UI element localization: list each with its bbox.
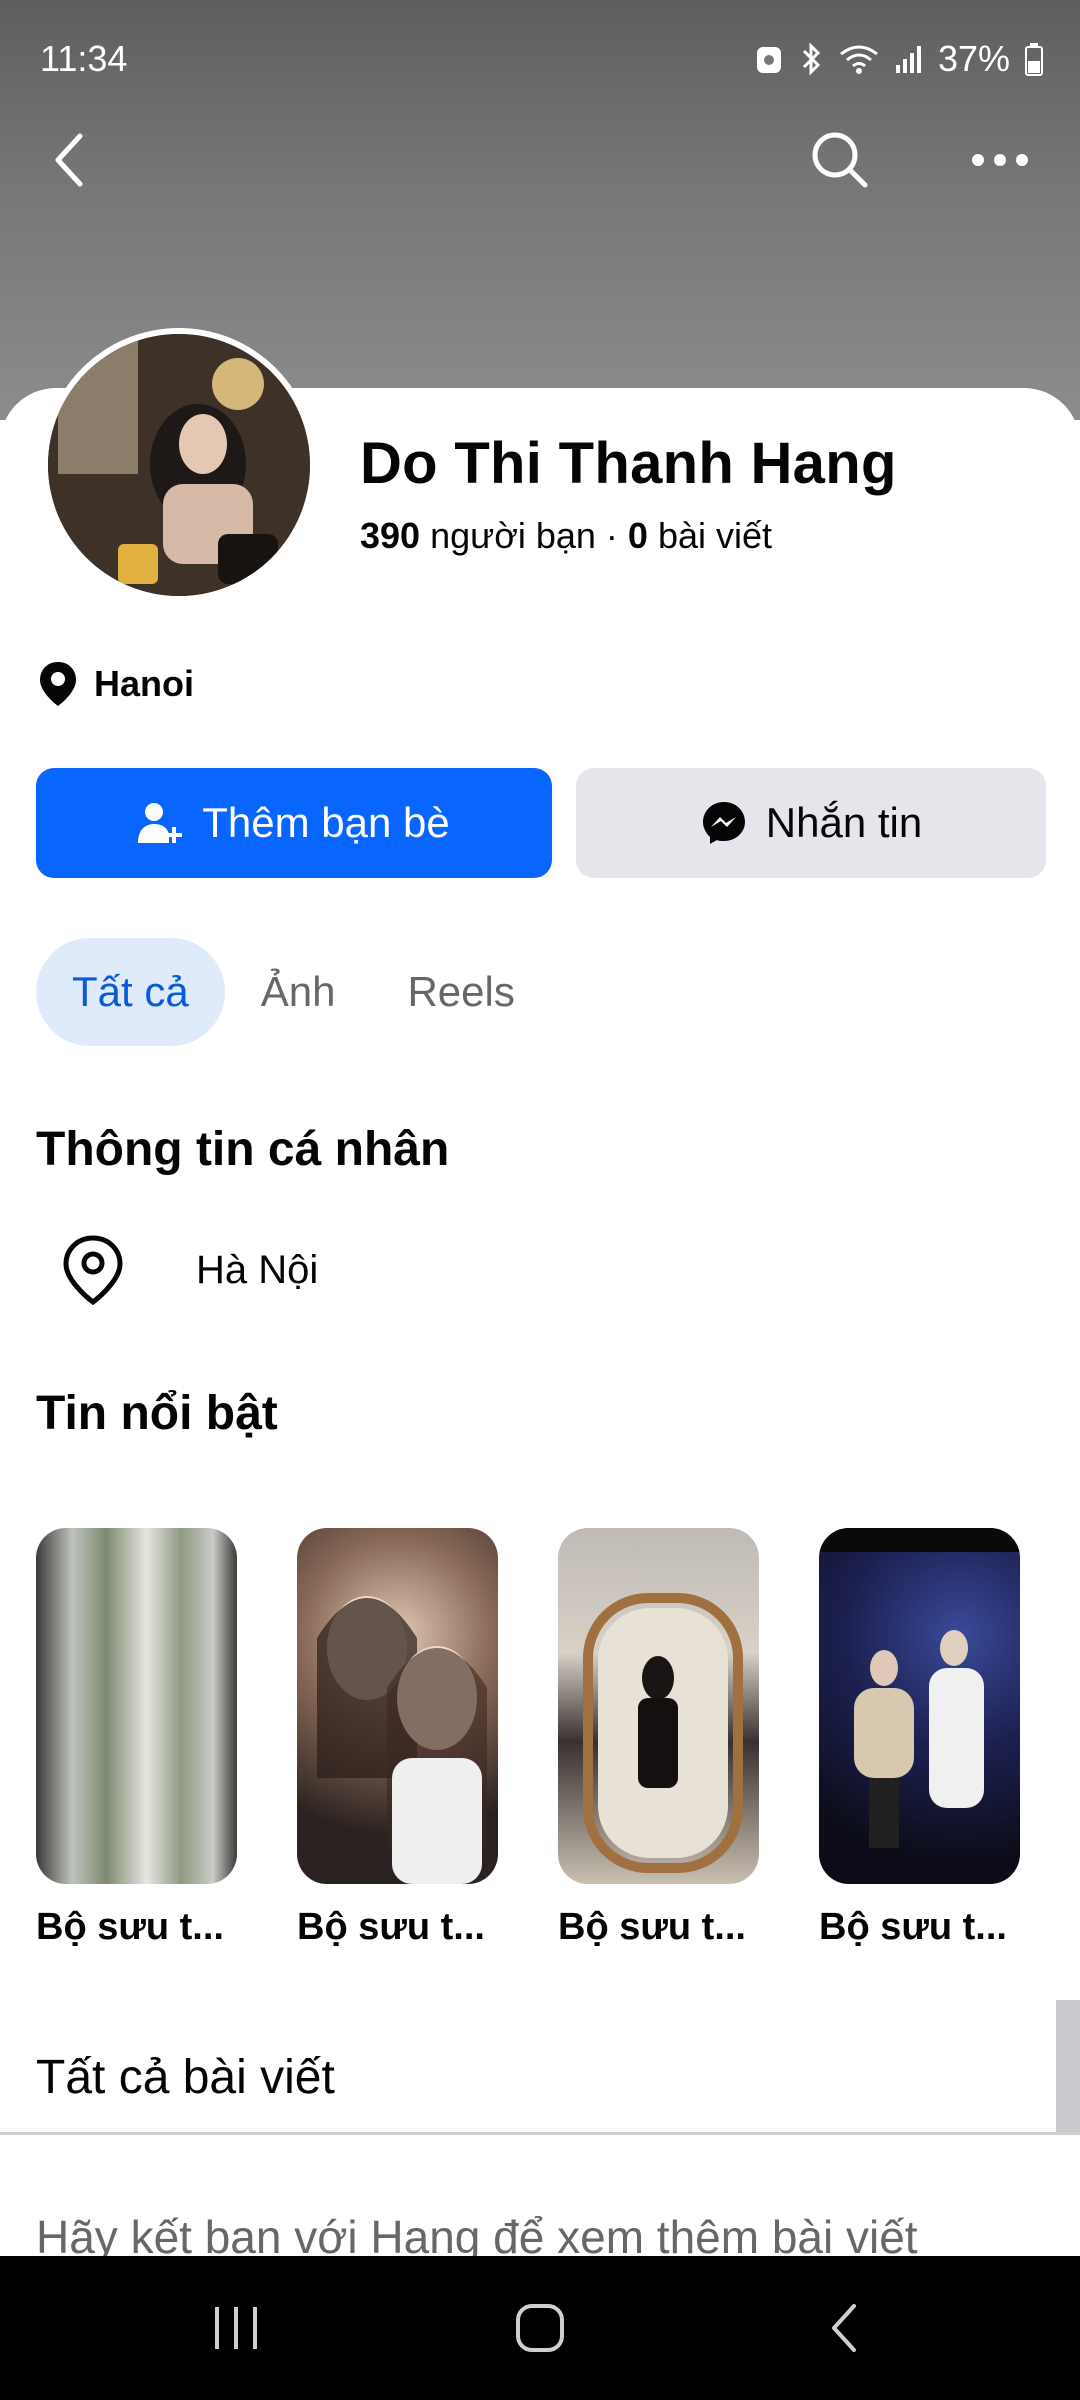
personal-info-title: Thông tin cá nhân xyxy=(36,1123,450,1176)
friends-stat[interactable]: 390 người bạn xyxy=(360,515,596,557)
more-horizontal-icon xyxy=(972,154,1028,166)
message-button[interactable]: Nhắn tin xyxy=(576,768,1046,878)
home-icon xyxy=(516,2304,564,2352)
add-friend-label: Thêm bạn bè xyxy=(202,799,450,846)
highlights-title: Tin nổi bật xyxy=(36,1387,278,1440)
add-person-icon xyxy=(138,803,183,843)
messenger-icon xyxy=(702,802,745,844)
message-label: Nhắn tin xyxy=(765,799,923,846)
back-button[interactable] xyxy=(30,120,110,200)
stats-separator: · xyxy=(605,515,618,556)
profile-location-text: Hanoi xyxy=(94,663,195,704)
highlight-label: Bộ sưu t... xyxy=(36,1906,224,1948)
profile-avatar[interactable] xyxy=(42,328,316,602)
highlight-label: Bộ sưu t... xyxy=(819,1906,1007,1948)
alarm-icon xyxy=(756,47,781,73)
highlight-thumbnail xyxy=(819,1528,1020,1884)
battery-icon xyxy=(1025,43,1043,76)
posts-count: 0 xyxy=(627,515,648,556)
personal-info-location: Hà Nội xyxy=(60,1234,318,1306)
location-outline-icon xyxy=(63,1235,123,1306)
wifi-icon xyxy=(840,45,878,74)
system-navigation-bar xyxy=(0,2256,1080,2400)
profile-stats: 390 người bạn · 0 bài viết xyxy=(360,515,772,557)
posts-stat: 0 bài viết xyxy=(628,515,772,557)
highlights-row: Bộ sưu t... Bộ sưu t... Bộ sưu t... Bộ s… xyxy=(36,1528,1020,1949)
back-icon xyxy=(832,2304,856,2352)
status-time: 11:34 xyxy=(40,38,128,79)
tab-reels[interactable]: Reels xyxy=(371,938,550,1046)
highlight-thumbnail xyxy=(36,1528,237,1884)
highlight-thumbnail xyxy=(558,1528,759,1884)
location-pin-icon xyxy=(40,662,76,706)
tab-photos[interactable]: Ảnh xyxy=(225,938,372,1046)
chevron-left-icon xyxy=(55,133,83,187)
avatar-photo xyxy=(48,334,310,596)
profile-name: Do Thi Thanh Hang xyxy=(360,431,897,496)
highlight-item[interactable]: Bộ sưu t... xyxy=(297,1528,498,1949)
section-divider xyxy=(0,2132,1080,2135)
profile-tabs: Tất cả Ảnh Reels xyxy=(36,938,551,1046)
more-button[interactable] xyxy=(960,120,1040,200)
all-posts-title: Tất cả bài viết xyxy=(36,2051,335,2104)
signal-icon xyxy=(895,46,921,73)
recent-apps-button[interactable] xyxy=(146,2256,326,2400)
scrollbar[interactable] xyxy=(1056,2000,1080,2132)
highlight-item[interactable]: Bộ sưu t... xyxy=(558,1528,759,1949)
add-friend-button[interactable]: Thêm bạn bè xyxy=(36,768,552,878)
highlight-item[interactable]: Bộ sưu t... xyxy=(819,1528,1020,1949)
search-button[interactable] xyxy=(800,120,880,200)
recent-apps-icon xyxy=(215,2307,257,2349)
system-back-button[interactable] xyxy=(754,2256,934,2400)
highlight-item[interactable]: Bộ sưu t... xyxy=(36,1528,237,1949)
highlight-thumbnail xyxy=(297,1528,498,1884)
bluetooth-icon xyxy=(802,42,821,76)
status-icons: 37% xyxy=(754,38,1044,80)
tab-all[interactable]: Tất cả xyxy=(36,938,225,1046)
battery-percent: 37% xyxy=(937,38,1010,79)
highlight-label: Bộ sưu t... xyxy=(558,1906,746,1948)
highlight-label: Bộ sưu t... xyxy=(297,1906,485,1948)
profile-location: Hanoi xyxy=(38,660,194,708)
personal-info-location-text: Hà Nội xyxy=(196,1247,319,1292)
search-icon xyxy=(812,132,868,188)
status-bar: 11:34 37% xyxy=(0,0,1080,120)
friends-label: người bạn xyxy=(430,515,596,556)
home-button[interactable] xyxy=(450,2256,630,2400)
posts-label: bài viết xyxy=(657,515,773,556)
friends-count: 390 xyxy=(360,515,421,556)
